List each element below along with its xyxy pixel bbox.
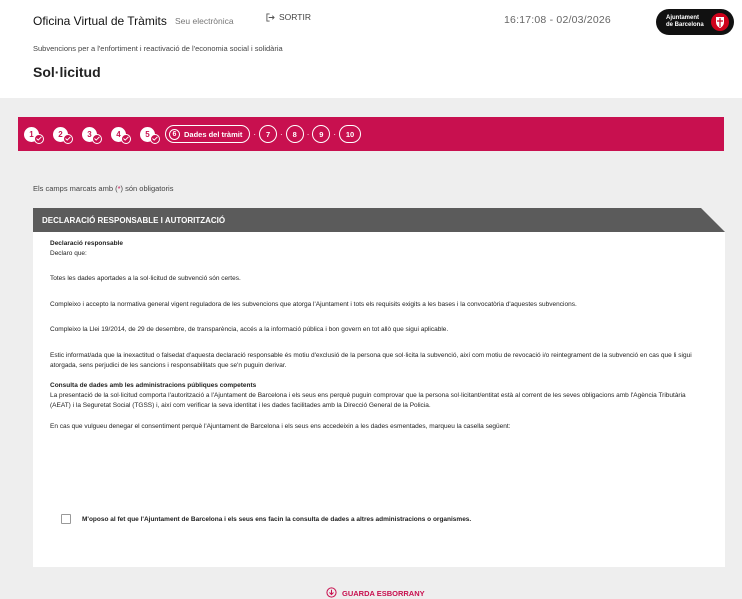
check-icon <box>121 133 131 144</box>
barcelona-shield-icon <box>711 13 729 31</box>
section-header: DECLARACIÓ RESPONSABLE I AUTORITZACIÓ <box>33 208 725 232</box>
consult-text: La presentació de la sol·licitud comport… <box>50 392 686 409</box>
logout-label: SORTIR <box>279 12 311 22</box>
check-icon <box>63 133 73 144</box>
save-draft-button[interactable]: GUARDA ESBORRANY <box>326 587 425 599</box>
step-8[interactable]: 8 <box>285 125 304 143</box>
check-icon <box>34 133 44 144</box>
procedure-subtitle: Subvencions per a l'enfortiment i reacti… <box>33 44 283 53</box>
step-4-completed[interactable]: 4 <box>111 126 131 144</box>
declaration-paragraph: Totes les dades aportades a la sol·licit… <box>50 275 241 282</box>
deny-text: En cas que vulgueu denegar el consentime… <box>50 423 511 430</box>
logout-icon <box>266 12 275 22</box>
opt-out-row: M'oposo al fet que l'Ajuntament de Barce… <box>61 514 471 524</box>
step-3-completed[interactable]: 3 <box>82 126 102 144</box>
declaration-heading: Declaració responsable <box>50 240 123 247</box>
ajuntament-logo[interactable]: Ajuntament de Barcelona <box>656 9 734 35</box>
step-6-current[interactable]: 6 Dades del tràmit <box>165 125 251 143</box>
step-1-completed[interactable]: 1 <box>24 126 44 144</box>
clock-readout: 16:17:08 - 02/03/2026 <box>504 14 611 26</box>
step-2-completed[interactable]: 2 <box>53 126 73 144</box>
declaration-paragraph: Compleixo la Llei 19/2014, de 29 de dese… <box>50 326 449 333</box>
declaration-paragraph: Estic informat/ada que la inexactitud o … <box>50 352 692 369</box>
logo-text: Ajuntament de Barcelona <box>666 15 704 28</box>
declaration-text: Declaració responsable Declaro que: Tote… <box>33 232 725 432</box>
save-draft-label: GUARDA ESBORRANY <box>342 589 425 598</box>
logout-button[interactable]: SORTIR <box>266 12 311 22</box>
opt-out-checkbox[interactable] <box>61 514 71 524</box>
page-title: Sol·licitud <box>33 64 101 80</box>
opt-out-label[interactable]: M'oposo al fet que l'Ajuntament de Barce… <box>82 516 471 523</box>
declaration-paragraph: Compleixo i accepto la normativa general… <box>50 301 577 308</box>
save-draft-icon <box>326 587 337 599</box>
step-progress-bar: 1 2 3 4 5 6 Dades del tràmit · 7 · 8 · 9… <box>18 117 724 151</box>
declaration-intro: Declaro que: <box>50 250 87 257</box>
check-icon <box>92 133 102 144</box>
step-5-completed[interactable]: 5 <box>140 126 160 144</box>
step-7[interactable]: 7 <box>259 125 278 143</box>
declaration-panel: DECLARACIÓ RESPONSABLE I AUTORITZACIÓ De… <box>33 208 725 567</box>
app-brand[interactable]: Oficina Virtual de Tràmits <box>33 14 167 28</box>
step-10[interactable]: 10 <box>339 125 362 143</box>
step-9[interactable]: 9 <box>312 125 331 143</box>
consult-heading: Consulta de dades amb les administracion… <box>50 382 257 389</box>
check-icon <box>150 133 160 144</box>
seu-electronica-link[interactable]: Seu electrònica <box>175 16 234 26</box>
required-fields-note: Els camps marcats amb (*) són obligatori… <box>33 184 174 193</box>
header: Oficina Virtual de Tràmits Seu electròni… <box>0 0 742 98</box>
